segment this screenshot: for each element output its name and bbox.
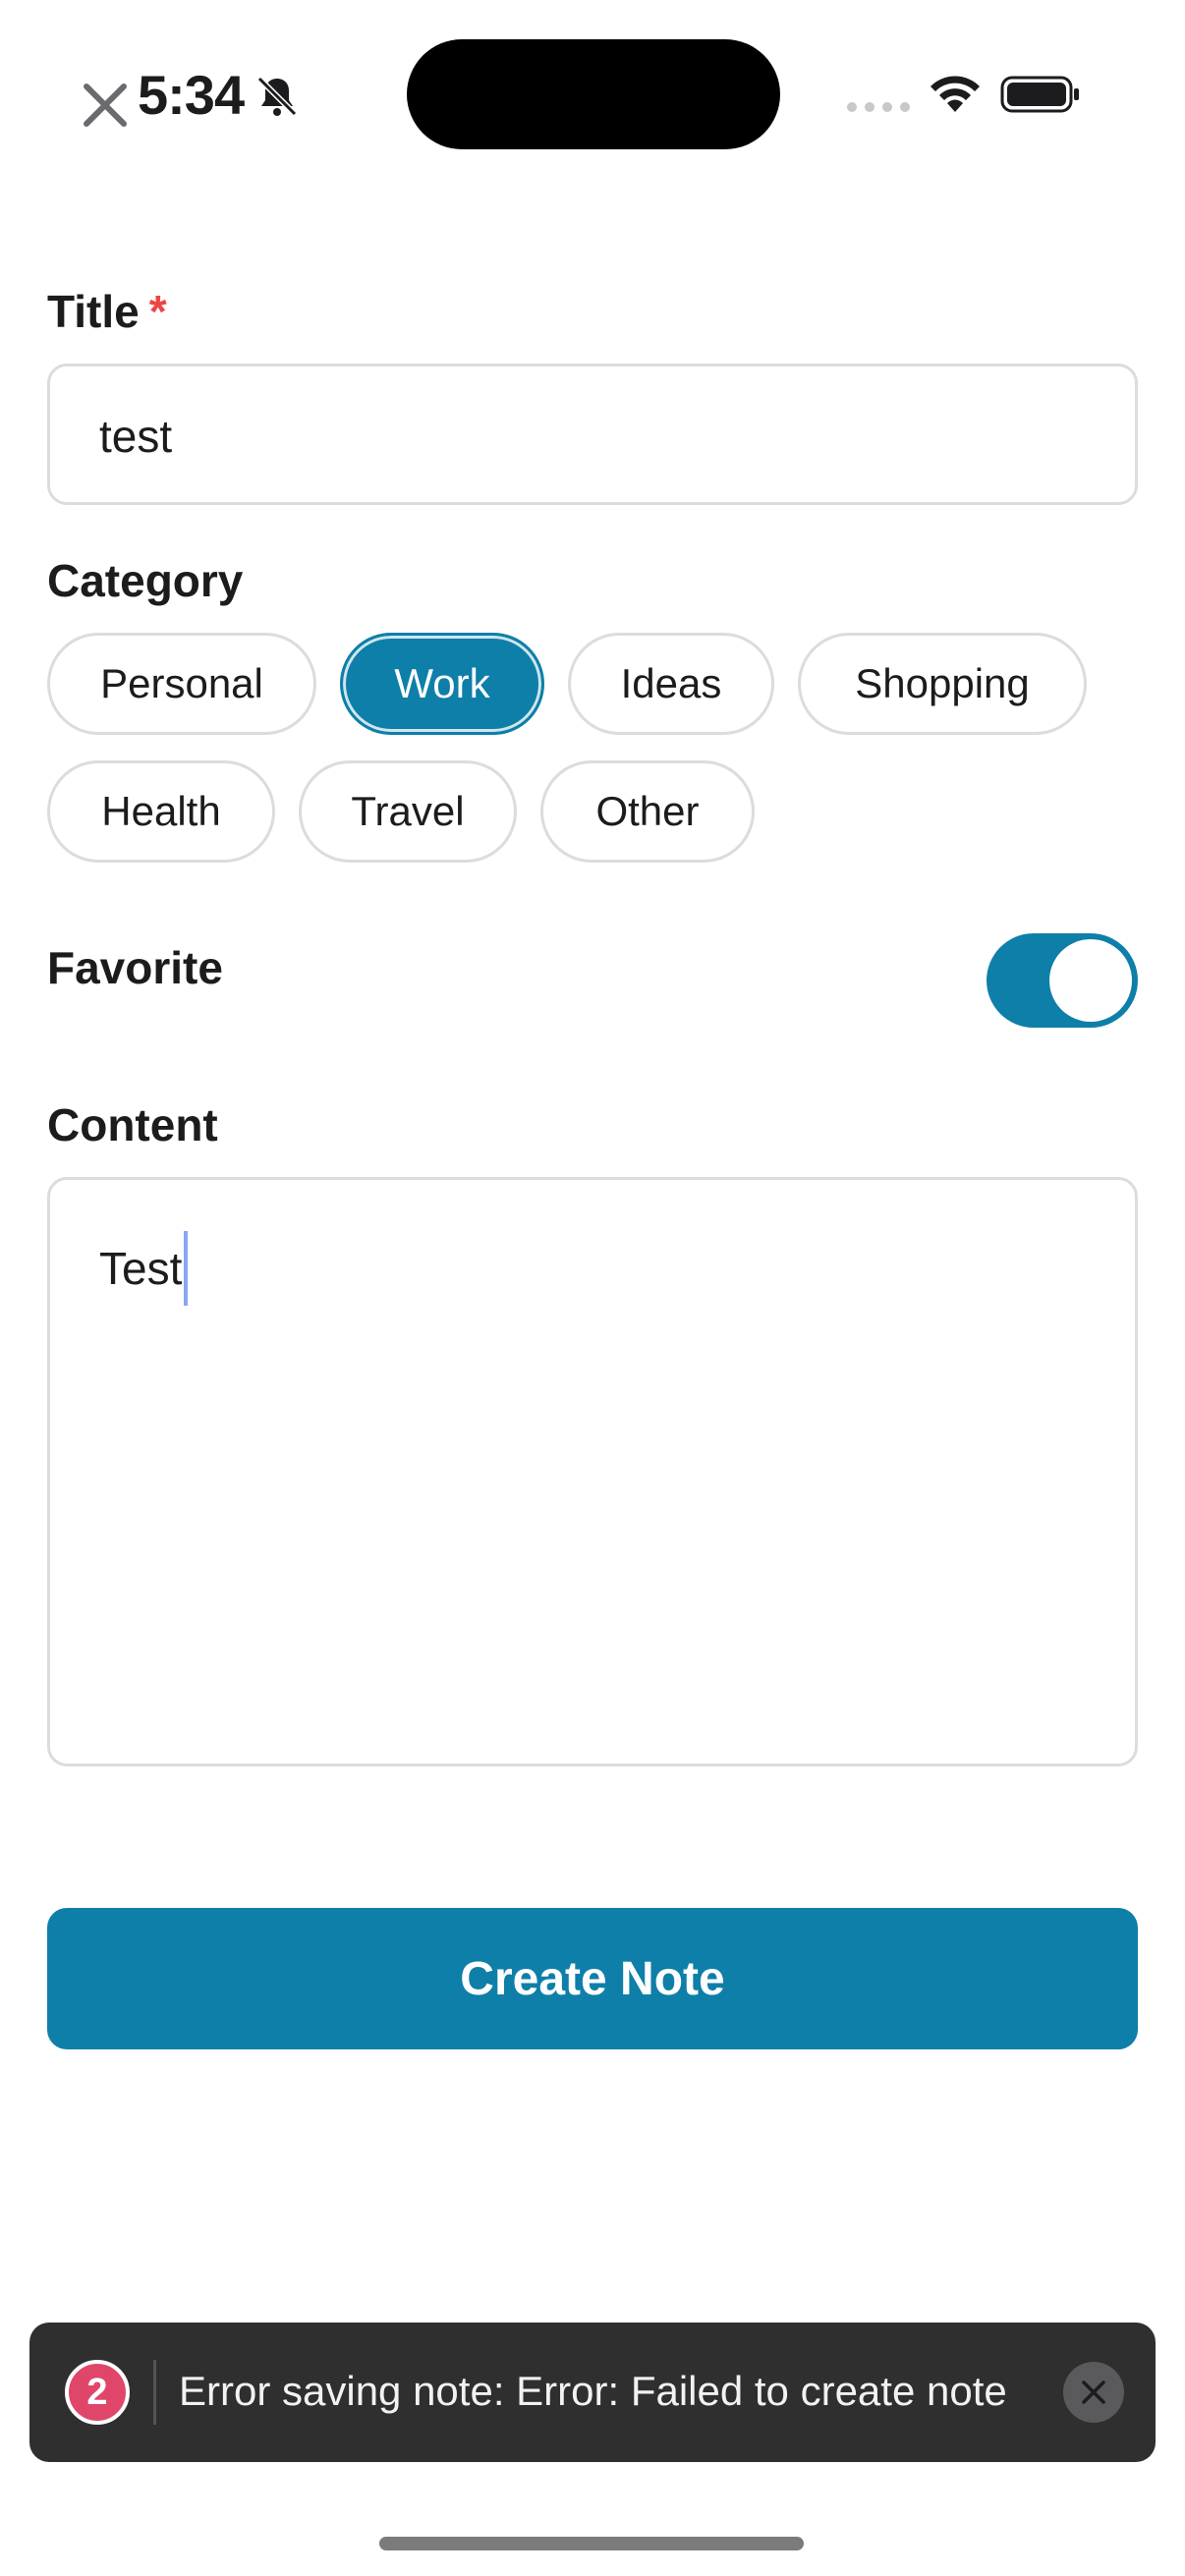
title-label-text: Title <box>47 286 140 337</box>
content-textarea-value: Test <box>99 1231 189 1310</box>
text-caret <box>184 1231 189 1306</box>
category-chip-other[interactable]: Other <box>540 760 755 863</box>
category-chip-health[interactable]: Health <box>47 760 275 863</box>
category-chip-travel[interactable]: Travel <box>299 760 517 863</box>
cellular-icon <box>847 102 910 112</box>
status-bar: 5:34 <box>0 0 1185 187</box>
category-chip-personal[interactable]: Personal <box>47 633 316 735</box>
toast-close-button[interactable] <box>1063 2362 1124 2423</box>
title-input-value: test <box>99 411 173 462</box>
category-chip-shopping[interactable]: Shopping <box>798 633 1087 735</box>
wifi-icon <box>931 76 980 112</box>
content-text: Test <box>99 1243 183 1295</box>
required-marker: * <box>148 286 167 337</box>
bell-off-icon <box>256 76 298 117</box>
content-label: Content <box>47 1099 218 1150</box>
dynamic-island <box>407 39 780 149</box>
toggle-knob <box>1049 939 1132 1022</box>
close-icon <box>1082 2380 1105 2404</box>
toast-count-badge: 2 <box>65 2360 130 2425</box>
status-time: 5:34 <box>138 64 245 126</box>
category-label: Category <box>47 555 244 606</box>
category-chip-ideas[interactable]: Ideas <box>568 633 774 735</box>
favorite-toggle[interactable] <box>987 933 1138 1028</box>
battery-icon <box>1000 76 1079 113</box>
favorite-label: Favorite <box>47 942 223 993</box>
screen: 5:34 Title* test Category Personal Work <box>0 0 1185 2576</box>
category-chip-work[interactable]: Work <box>340 633 544 735</box>
close-icon[interactable] <box>81 81 130 130</box>
title-input[interactable]: test <box>47 364 1138 505</box>
title-label: Title * <box>47 285 167 338</box>
home-indicator[interactable] <box>379 2537 804 2550</box>
content-textarea[interactable]: Test <box>47 1177 1138 1766</box>
toast-divider <box>153 2360 156 2425</box>
error-toast: 2 Error saving note: Error: Failed to cr… <box>29 2323 1156 2462</box>
create-note-button[interactable]: Create Note <box>47 1908 1138 2049</box>
toast-message: Error saving note: Error: Failed to crea… <box>179 2368 1007 2414</box>
